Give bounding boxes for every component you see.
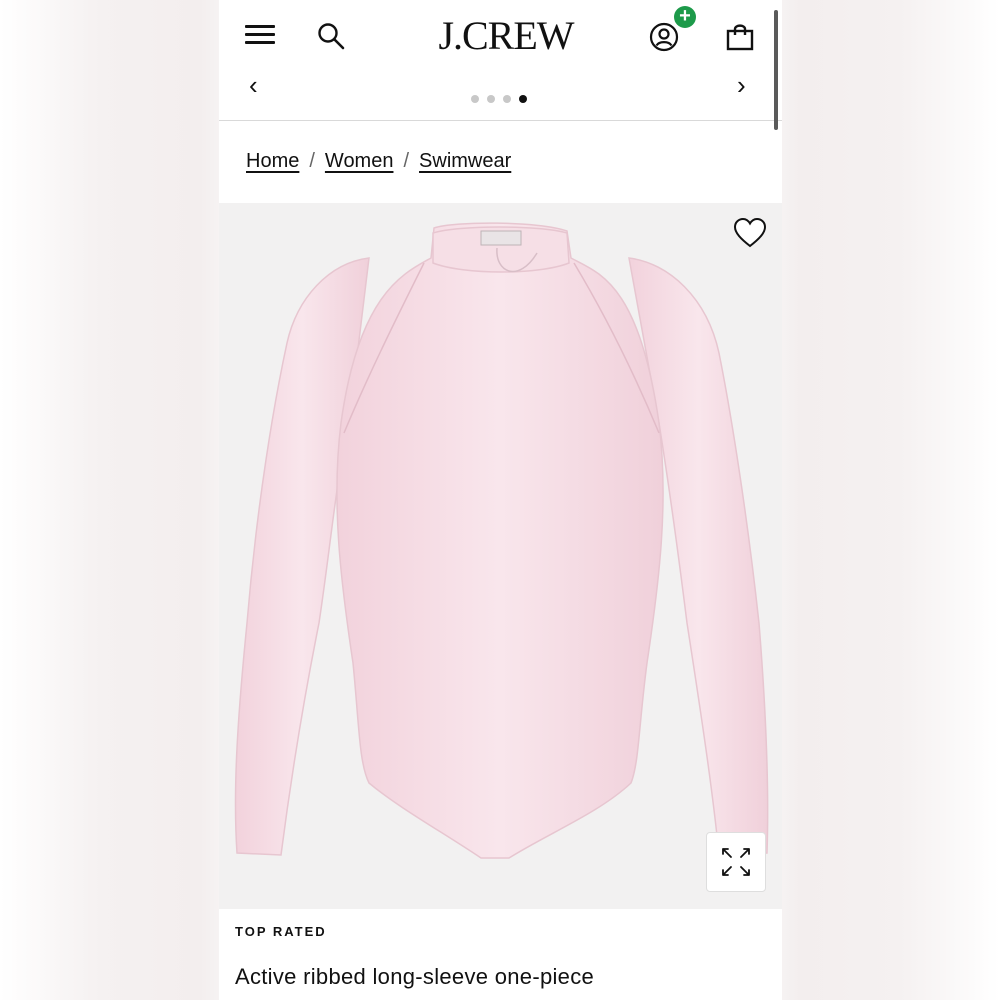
shopping-bag-icon[interactable]: [725, 22, 755, 52]
carousel-prev-button[interactable]: ‹: [249, 70, 258, 101]
breadcrumb-women[interactable]: Women: [325, 150, 394, 172]
site-header: J.CREW +: [219, 0, 782, 78]
product-image: [234, 222, 769, 859]
breadcrumb-home[interactable]: Home: [246, 150, 299, 172]
search-icon[interactable]: [317, 22, 345, 50]
brand-logo[interactable]: J.CREW: [431, 12, 581, 59]
expand-icon: [722, 848, 750, 876]
account-icon[interactable]: [649, 22, 679, 52]
account-plus-badge: +: [674, 6, 696, 28]
carousel-dot[interactable]: [503, 95, 511, 103]
phone-screen: J.CREW + ‹ › Home / Women / Swimwear TOP…: [219, 0, 782, 1000]
scrollbar[interactable]: [774, 10, 778, 130]
carousel-dot-active[interactable]: [519, 95, 527, 103]
hamburger-menu-icon[interactable]: [245, 25, 275, 45]
breadcrumb-separator: /: [309, 150, 315, 172]
carousel-dot[interactable]: [471, 95, 479, 103]
carousel-dots: [471, 90, 535, 103]
breadcrumb-separator: /: [403, 150, 410, 172]
expand-image-button[interactable]: [706, 832, 766, 892]
product-image-area[interactable]: [219, 203, 782, 909]
image-carousel-controls: ‹ ›: [219, 70, 782, 121]
carousel-dot[interactable]: [487, 95, 495, 103]
heart-icon[interactable]: [733, 217, 767, 249]
product-name: Active ribbed long-sleeve one-piece: [235, 964, 595, 989]
breadcrumb-swimwear[interactable]: Swimwear: [419, 150, 511, 172]
breadcrumb: Home / Women / Swimwear: [246, 150, 511, 173]
carousel-next-button[interactable]: ›: [737, 70, 746, 101]
top-rated-badge: TOP RATED: [235, 924, 327, 939]
